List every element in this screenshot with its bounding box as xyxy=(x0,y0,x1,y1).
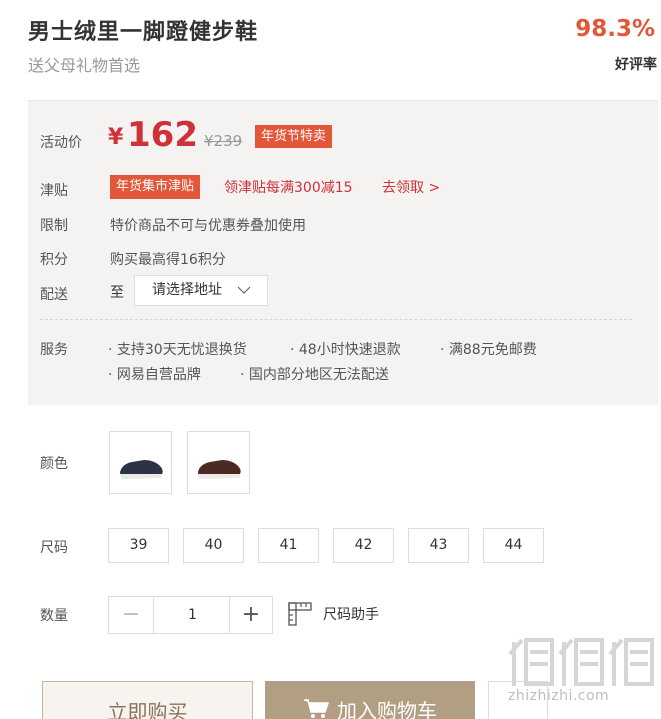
price-info-panel: 活动价 ¥ 162 ¥239 年货节特卖 津贴 年货集市津贴 领津贴每满300减… xyxy=(28,100,658,405)
color-swatch-navy[interactable] xyxy=(109,431,172,494)
size-option[interactable]: 40 xyxy=(183,528,244,563)
service-item: · 48小时快速退款 xyxy=(290,342,401,358)
size-option[interactable]: 44 xyxy=(483,528,544,563)
quantity-label: 数量 xyxy=(40,608,68,624)
site-watermark-text: zhizhizhi.com xyxy=(508,688,610,704)
service-label: 服务 xyxy=(40,342,68,358)
coupon-badge: 年货集市津贴 xyxy=(110,175,201,199)
claim-coupon-link[interactable]: 去领取 > xyxy=(382,177,440,197)
size-option[interactable]: 41 xyxy=(258,528,319,563)
rating-value: 98.3% xyxy=(575,16,655,42)
add-to-cart-button[interactable]: 加入购物车 xyxy=(265,681,475,719)
increase-quantity-button[interactable]: + xyxy=(229,597,272,633)
shoe-navy-image xyxy=(120,460,163,479)
size-option[interactable]: 43 xyxy=(408,528,469,563)
size-option[interactable]: 39 xyxy=(108,528,169,563)
product-title: 男士绒里一脚蹬健步鞋 xyxy=(28,20,259,45)
chevron-down-icon xyxy=(237,276,251,316)
shoe-brown-image xyxy=(198,460,241,479)
promo-badge: 年货节特卖 xyxy=(255,125,333,148)
ruler-icon[interactable] xyxy=(288,602,312,630)
cart-icon xyxy=(303,683,330,719)
limit-text: 特价商品不可与优惠券叠加使用 xyxy=(110,218,306,234)
service-item: · 网易自营品牌 xyxy=(108,367,201,383)
product-subtitle: 送父母礼物首选 xyxy=(28,56,141,75)
service-item: · 支持30天无忧退换货 xyxy=(108,342,247,358)
delivery-to: 至 xyxy=(110,285,124,301)
price-label: 活动价 xyxy=(40,135,82,151)
limit-label: 限制 xyxy=(40,218,68,234)
address-select-label: 请选择地址 xyxy=(152,282,222,298)
delivery-label: 配送 xyxy=(40,287,68,303)
original-price: ¥239 xyxy=(204,132,243,150)
service-item: · 国内部分地区无法配送 xyxy=(240,367,389,383)
color-swatch-brown[interactable] xyxy=(187,431,250,494)
panel-divider xyxy=(40,319,632,320)
price-currency: ¥ xyxy=(108,125,124,150)
coupon-label: 津贴 xyxy=(40,183,68,199)
points-text: 购买最高得16积分 xyxy=(110,252,226,268)
size-option[interactable]: 42 xyxy=(333,528,394,563)
coupon-description: 领津贴每满300减15 xyxy=(224,180,353,196)
points-label: 积分 xyxy=(40,252,68,268)
sale-price: 162 xyxy=(127,115,198,155)
size-helper-link[interactable]: 尺码助手 xyxy=(323,604,379,624)
color-label: 颜色 xyxy=(40,456,68,472)
service-item: · 满88元免邮费 xyxy=(440,342,537,358)
decrease-quantity-button[interactable]: − xyxy=(109,597,154,633)
buy-now-button[interactable]: 立即购买 xyxy=(42,681,253,719)
address-select[interactable]: 请选择地址 xyxy=(134,275,268,306)
size-label: 尺码 xyxy=(40,540,68,556)
quantity-input[interactable]: 1 xyxy=(155,597,230,633)
quantity-stepper: − 1 + xyxy=(108,596,273,634)
rating-label: 好评率 xyxy=(615,57,657,73)
add-to-cart-label: 加入购物车 xyxy=(337,699,437,719)
